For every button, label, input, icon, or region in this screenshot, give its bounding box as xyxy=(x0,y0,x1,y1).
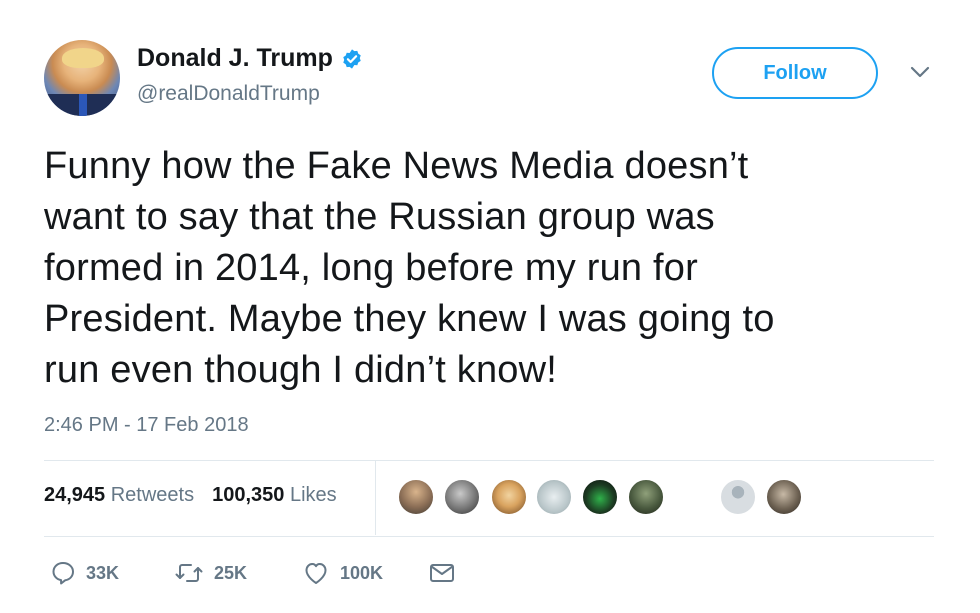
likes-stat[interactable]: 100,350 Likes xyxy=(212,484,337,507)
follow-button[interactable]: Follow xyxy=(712,47,878,99)
user-name-row[interactable]: Donald J. Trump xyxy=(137,44,363,73)
chevron-down-icon[interactable] xyxy=(907,62,933,82)
reply-button[interactable]: 33K xyxy=(50,560,119,586)
retweet-icon xyxy=(175,564,203,582)
retweets-stat[interactable]: 24,945 Retweets xyxy=(44,484,194,507)
tweet-text: Funny how the Fake News Media doesn’t wa… xyxy=(44,145,775,391)
liker-avatar[interactable] xyxy=(581,478,619,516)
direct-message-button[interactable] xyxy=(428,560,456,586)
verified-badge-icon xyxy=(343,48,361,69)
liker-avatar[interactable] xyxy=(443,478,481,516)
stats-divider xyxy=(375,461,376,535)
avatar[interactable] xyxy=(44,40,120,116)
divider-bottom xyxy=(44,536,934,537)
user-name[interactable]: Donald J. Trump xyxy=(137,44,333,73)
reply-count: 33K xyxy=(86,562,120,583)
like-count: 100K xyxy=(340,562,384,583)
liker-avatar[interactable] xyxy=(765,478,803,516)
retweet-button[interactable]: 25K xyxy=(174,560,247,586)
reply-icon xyxy=(52,562,74,585)
avatar-hair xyxy=(62,48,104,68)
liker-avatar[interactable] xyxy=(397,478,435,516)
liker-avatar[interactable] xyxy=(490,478,528,516)
liker-avatar[interactable] xyxy=(535,478,573,516)
likes-label: Likes xyxy=(289,484,337,506)
retweet-count: 25K xyxy=(214,562,248,583)
likes-count: 100,350 xyxy=(212,484,285,506)
user-handle[interactable]: @realDonaldTrump xyxy=(137,82,320,106)
tweet-stats: 24,945 Retweets 100,350 Likes xyxy=(44,484,337,507)
envelope-icon xyxy=(430,564,454,582)
avatar-tie xyxy=(79,94,87,116)
like-button[interactable]: 100K xyxy=(302,560,383,586)
liker-avatar[interactable] xyxy=(627,478,665,516)
heart-icon xyxy=(305,563,327,584)
retweets-count: 24,945 xyxy=(44,484,106,506)
divider-top xyxy=(44,460,934,461)
liker-avatar[interactable] xyxy=(719,478,757,516)
tweet-card: Donald J. Trump @realDonaldTrump Follow … xyxy=(0,0,980,613)
tweet-timestamp[interactable]: 2:46 PM - 17 Feb 2018 xyxy=(44,414,249,437)
retweets-label: Retweets xyxy=(110,484,195,506)
